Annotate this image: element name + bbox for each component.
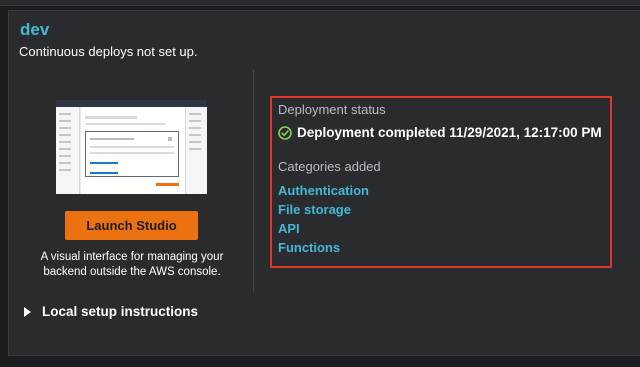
- category-link-file-storage[interactable]: File storage: [278, 202, 369, 221]
- page-top-edge: [0, 0, 640, 6]
- caret-right-icon: [24, 306, 31, 317]
- deployment-status-label: Deployment status: [278, 102, 386, 117]
- check-circle-icon: [278, 125, 292, 140]
- studio-preview-image: [56, 100, 207, 194]
- categories-label: Categories added: [278, 159, 381, 174]
- category-link-authentication[interactable]: Authentication: [278, 183, 369, 202]
- launch-studio-button[interactable]: Launch Studio: [65, 211, 198, 240]
- local-setup-toggle[interactable]: Local setup instructions: [24, 304, 198, 319]
- deployment-status-text: Deployment completed 11/29/2021, 12:17:0…: [297, 125, 602, 140]
- studio-description: A visual interface for managing your bac…: [40, 251, 224, 278]
- category-link-api[interactable]: API: [278, 221, 369, 240]
- category-link-functions[interactable]: Functions: [278, 240, 369, 259]
- column-divider: [253, 70, 254, 292]
- deployment-status: Deployment completed 11/29/2021, 12:17:0…: [278, 125, 602, 140]
- categories-list: Authentication File storage API Function…: [278, 183, 369, 259]
- local-setup-label: Local setup instructions: [42, 304, 199, 319]
- environment-subtitle: Continuous deploys not set up.: [19, 44, 198, 59]
- environment-name[interactable]: dev: [20, 20, 49, 40]
